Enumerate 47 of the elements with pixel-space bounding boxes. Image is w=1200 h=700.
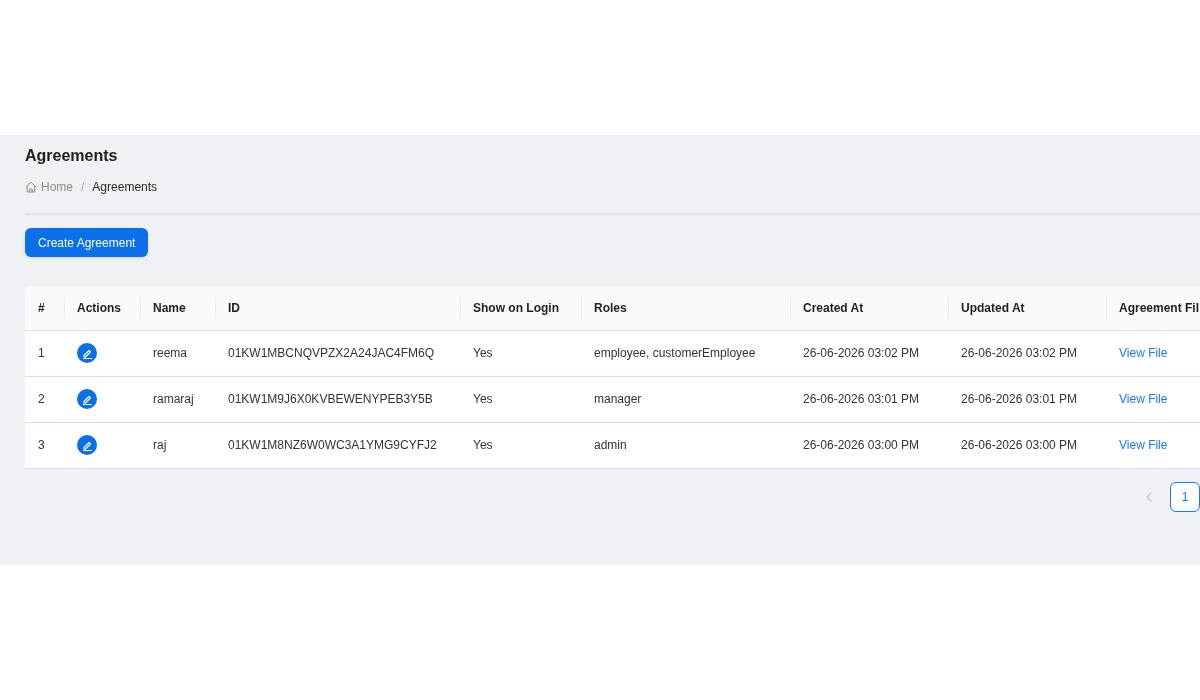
- table-cell: manager: [594, 392, 642, 406]
- table-cell: 26-06-2026 03:01 PM: [803, 392, 920, 406]
- pencil-icon: [81, 393, 93, 405]
- column-header: Created At: [803, 300, 864, 315]
- edit-button[interactable]: [77, 435, 97, 455]
- page-button[interactable]: 1: [1170, 481, 1200, 512]
- column-header: Updated At: [961, 300, 1025, 315]
- row-number: 1: [38, 346, 45, 360]
- table-cell: 26-06-2026 03:02 PM: [961, 346, 1078, 360]
- table-cell: raj: [153, 438, 167, 452]
- column-header: Roles: [594, 300, 627, 315]
- table-cell: 26-06-2026 03:02 PM: [803, 346, 920, 360]
- table-cell: admin: [594, 438, 627, 452]
- column-header: #: [38, 300, 45, 315]
- table-cell: 01KW1MBCNQVPZX2A24JAC4FM6Q: [228, 346, 435, 360]
- pencil-icon: [81, 439, 93, 451]
- view-file-link[interactable]: View File: [1119, 438, 1168, 452]
- view-file-link[interactable]: View File: [1119, 392, 1168, 406]
- home-icon: [25, 181, 37, 193]
- table-cell: 26-06-2026 03:00 PM: [961, 438, 1078, 452]
- row-number: 2: [38, 392, 45, 406]
- column-header: Name: [153, 300, 186, 315]
- table-cell: reema: [153, 346, 187, 360]
- view-file-link[interactable]: View File: [1119, 346, 1168, 360]
- column-header: Actions: [77, 300, 121, 315]
- table-cell: 01KW1M9J6X0KVBEWENYPEB3Y5B: [228, 392, 433, 406]
- pencil-icon: [81, 347, 93, 359]
- table-cell: 26-06-2026 03:00 PM: [803, 438, 920, 452]
- create-agreement-button[interactable]: Create Agreement: [25, 228, 149, 257]
- table-cell: 26-06-2026 03:01 PM: [961, 392, 1078, 406]
- table-cell: ramaraj: [153, 392, 194, 406]
- breadcrumb-current: Agreements: [92, 179, 158, 196]
- column-header: ID: [228, 300, 240, 315]
- table-cell: Yes: [473, 392, 493, 406]
- table-cell: Yes: [473, 438, 493, 452]
- table-cell: employee, customerEmployee: [594, 346, 756, 360]
- column-header: Agreement Fil: [1119, 300, 1199, 315]
- table-cell: 01KW1M8NZ6W0WC3A1YMG9CYFJ2: [228, 438, 437, 452]
- chevron-left-icon: [1146, 491, 1152, 502]
- edit-button[interactable]: [77, 343, 97, 363]
- column-header: Show on Login: [473, 300, 559, 315]
- breadcrumb-home-link[interactable]: Home: [25, 178, 73, 196]
- breadcrumb-separator: /: [81, 179, 85, 196]
- table-cell: Yes: [473, 346, 493, 360]
- page-title: Agreements: [25, 146, 118, 166]
- row-number: 3: [38, 438, 45, 452]
- edit-button[interactable]: [77, 389, 97, 409]
